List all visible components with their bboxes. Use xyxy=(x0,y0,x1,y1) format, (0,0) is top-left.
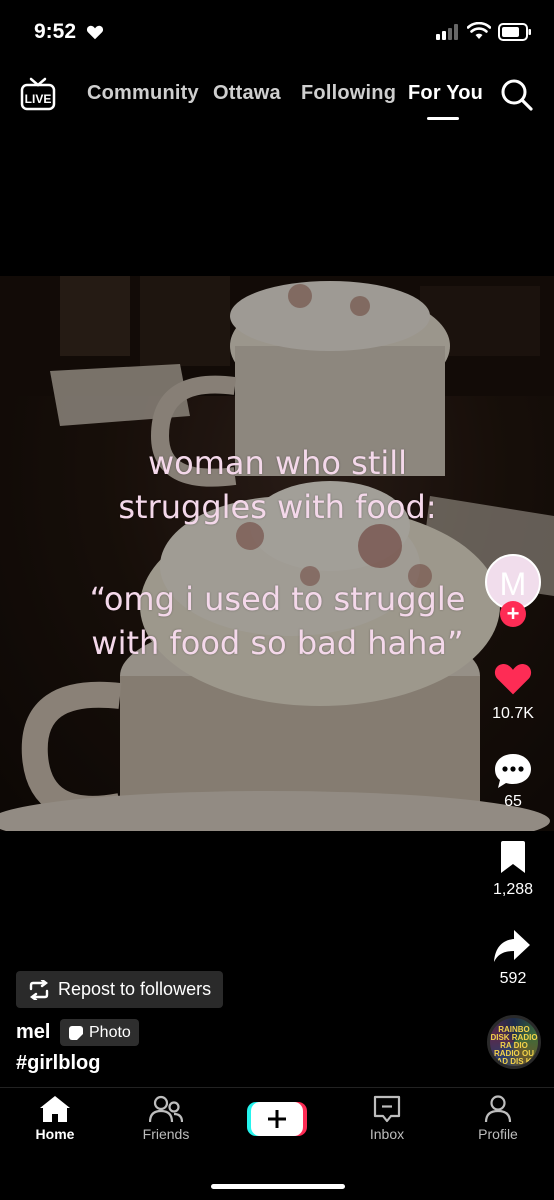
overlay-text-2: “omg i used to struggle with food so bad… xyxy=(89,580,466,662)
cafe-mochas-image xyxy=(0,276,554,831)
home-icon xyxy=(40,1096,70,1122)
bookmark-icon[interactable] xyxy=(498,840,528,874)
music-disc[interactable]: RAINBO DISK RADIO RA DIO RADIO OU AD DIS… xyxy=(487,1015,541,1069)
tab-community[interactable]: Community xyxy=(87,82,199,105)
tab-profile-label: Profile xyxy=(478,1126,518,1142)
comment-icon[interactable] xyxy=(493,752,533,790)
repost-label: Repost to followers xyxy=(58,979,212,999)
live-icon[interactable]: LIVE xyxy=(20,77,56,111)
friends-icon xyxy=(149,1095,183,1123)
tab-profile[interactable]: Profile xyxy=(453,1095,543,1142)
tab-following[interactable]: Following xyxy=(301,82,396,105)
tab-friends[interactable]: Friends xyxy=(121,1095,211,1142)
battery-icon xyxy=(498,23,531,41)
search-icon[interactable] xyxy=(500,78,534,112)
create-post-button[interactable] xyxy=(247,1100,307,1138)
tab-home[interactable]: Home xyxy=(10,1095,100,1142)
author-username[interactable]: mel xyxy=(16,1021,50,1044)
active-tab-indicator xyxy=(427,117,459,120)
comment-count: 65 xyxy=(504,793,522,810)
heart-status-icon xyxy=(86,25,104,40)
tab-friends-label: Friends xyxy=(142,1126,190,1142)
tab-for-you[interactable]: For You xyxy=(408,82,483,105)
tab-inbox[interactable]: Inbox xyxy=(342,1095,432,1142)
follow-button[interactable]: + xyxy=(500,601,526,627)
repost-button[interactable]: Repost to followers xyxy=(16,971,224,1008)
home-indicator xyxy=(211,1184,345,1189)
post-type-badge: Photo xyxy=(60,1019,139,1046)
tab-home-label: Home xyxy=(35,1126,75,1142)
heart-icon[interactable] xyxy=(493,660,533,696)
share-icon[interactable] xyxy=(492,928,532,964)
cellular-signal-icon xyxy=(436,24,458,40)
post-type-label: Photo xyxy=(89,1023,131,1041)
like-count: 10.7K xyxy=(492,705,534,722)
post-caption[interactable]: #girlblog xyxy=(16,1052,100,1075)
status-time: 9:52 xyxy=(34,20,77,43)
photo-icon xyxy=(69,1025,83,1040)
repost-icon xyxy=(29,979,49,1000)
tab-inbox-label: Inbox xyxy=(369,1126,405,1142)
bookmark-count: 1,288 xyxy=(492,881,534,898)
svg-text:LIVE: LIVE xyxy=(25,92,52,106)
share-count: 592 xyxy=(499,970,527,987)
tabbar-divider xyxy=(0,1087,554,1088)
overlay-text-1: woman who still struggles with food: xyxy=(118,444,437,526)
post-photo[interactable] xyxy=(0,276,554,831)
wifi-icon xyxy=(467,22,491,39)
profile-icon xyxy=(484,1095,512,1123)
inbox-icon xyxy=(373,1095,401,1123)
tab-ottawa[interactable]: Ottawa xyxy=(213,82,281,105)
